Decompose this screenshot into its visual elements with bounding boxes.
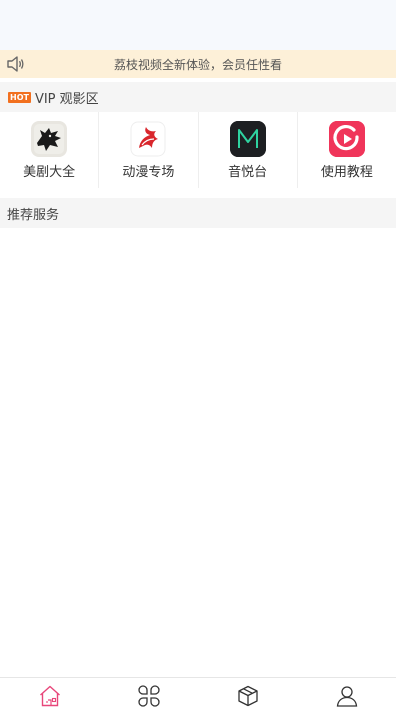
user-icon bbox=[336, 685, 357, 707]
app-item-meiju[interactable]: 美剧大全 bbox=[0, 112, 100, 188]
play-icon bbox=[328, 121, 365, 157]
fairy-tail-icon bbox=[130, 121, 167, 157]
apps-icon bbox=[137, 684, 160, 707]
app-item-yinyuetai[interactable]: 音悦台 bbox=[199, 112, 298, 188]
tab-home[interactable] bbox=[0, 678, 99, 713]
tab-apps[interactable] bbox=[99, 678, 198, 713]
home-icon bbox=[39, 685, 60, 706]
app-grid: 美剧大全 动漫专场 音悦台 使用教程 bbox=[0, 112, 396, 188]
bottom-tab-bar bbox=[0, 677, 396, 713]
app-item-jiaocheng[interactable]: 使用教程 bbox=[298, 112, 396, 188]
recommend-section-title: 推荐服务 bbox=[7, 207, 60, 223]
wolf-icon bbox=[31, 121, 68, 157]
app-label: 动漫专场 bbox=[122, 165, 175, 180]
app-label: 音悦台 bbox=[228, 165, 268, 180]
recommend-section-header: 推荐服务 bbox=[0, 198, 396, 228]
tab-profile[interactable] bbox=[297, 678, 396, 713]
hot-badge: HOT bbox=[8, 91, 31, 103]
app-label: 美剧大全 bbox=[23, 165, 76, 180]
m-icon bbox=[229, 121, 266, 157]
status-bar bbox=[0, 0, 396, 50]
vip-section-title: VIP 观影区 bbox=[34, 91, 99, 107]
speaker-icon bbox=[7, 56, 24, 72]
app-label: 使用教程 bbox=[320, 165, 373, 180]
notice-text: 荔枝视频全新体验，会员任性看 bbox=[113, 57, 282, 72]
tab-box[interactable] bbox=[198, 678, 297, 713]
notice-bar[interactable]: 荔枝视频全新体验，会员任性看 bbox=[0, 50, 396, 78]
box-icon bbox=[237, 685, 258, 706]
vip-section-header: HOT VIP 观影区 bbox=[0, 82, 396, 112]
app-item-dongman[interactable]: 动漫专场 bbox=[99, 112, 199, 188]
